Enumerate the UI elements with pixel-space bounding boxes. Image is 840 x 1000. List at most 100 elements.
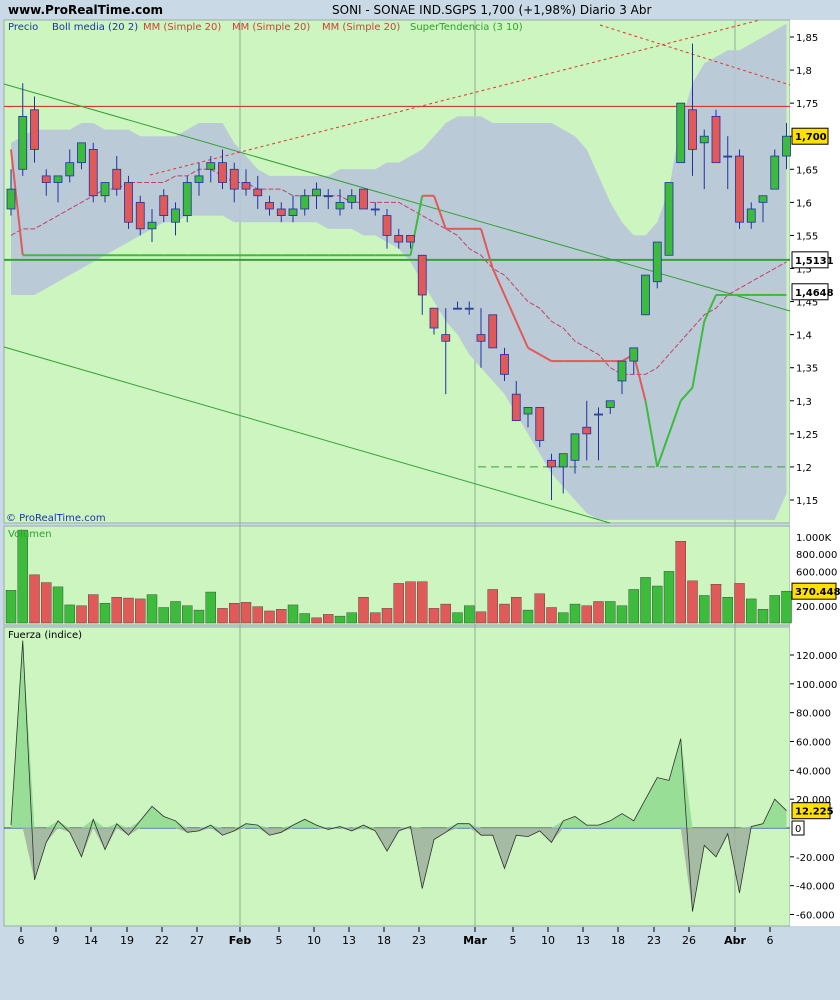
x-tick-label: 9 (53, 934, 60, 947)
zero-tag-label: 0 (795, 824, 801, 835)
volume-bar (511, 597, 522, 624)
volume-bar (405, 581, 416, 624)
volume-bar (781, 590, 792, 624)
candle-body (535, 406, 545, 441)
volume-tag-label: 370.448 (795, 587, 840, 598)
y-tick-label: 1,35 (796, 364, 818, 375)
x-tick-label: 10 (307, 934, 321, 947)
legend-mm-1: MM (Simple 20) (143, 22, 221, 33)
volume-bar (358, 597, 369, 624)
x-tick-label: 26 (682, 934, 696, 947)
candle-body (159, 195, 169, 216)
volume-bar (675, 541, 686, 624)
candle-body (417, 254, 427, 296)
volume-bar (170, 601, 181, 624)
candle-body (629, 347, 639, 362)
volume-bar (546, 607, 557, 624)
volume-bar (440, 603, 451, 624)
volume-bar (464, 605, 475, 624)
candle-body (288, 208, 298, 216)
volume-bar (76, 605, 87, 624)
volume-bar (757, 609, 769, 624)
volume-bar (605, 601, 616, 624)
candle-body (605, 400, 615, 408)
legend-price: Precio (8, 22, 38, 33)
volume-bar (581, 605, 592, 624)
y-tick-label: 1,75 (796, 99, 818, 110)
candle-body (265, 201, 274, 210)
force-tick-label: 100.000 (796, 680, 837, 691)
force-tick-label: 120.000 (796, 651, 837, 662)
candle-body (359, 188, 368, 210)
y-tick-label: 1,4 (796, 331, 812, 342)
chart-svg[interactable]: 6 9 14 19 22 27 Feb 5 10 13 18 23 Mar 5 10 13 18 23 26 Abr 6… (0, 0, 840, 1000)
candle-body (488, 314, 498, 349)
volume-bar (111, 597, 122, 624)
volume-bar (264, 610, 275, 624)
x-tick-label: 5 (510, 934, 517, 947)
candle-body (711, 115, 721, 164)
candle-body (194, 175, 204, 183)
volume-bar (52, 586, 64, 624)
volume-bar (628, 589, 639, 624)
force-tick-label: 40.000 (796, 766, 831, 777)
volume-tick-label: 800.000 (796, 550, 837, 561)
candle-body (394, 235, 404, 243)
volume-bar (640, 577, 651, 624)
volume-bar (5, 590, 17, 624)
volume-bar (287, 604, 299, 624)
candle-body (171, 208, 180, 223)
volume-bar (123, 597, 134, 624)
candle-body (100, 182, 110, 197)
volume-bar (522, 609, 534, 624)
volume-bar (593, 601, 604, 624)
price-tag-label: 1,5131 (795, 256, 834, 267)
volume-bar (699, 595, 710, 624)
legend-mm-2: MM (Simple 20) (232, 22, 310, 33)
chart-window: www.ProRealTime.com SONI - SONAE IND.SGP… (0, 0, 840, 1000)
x-tick-label: 13 (576, 934, 590, 947)
x-tick-label: 13 (342, 934, 356, 947)
x-tick-label: 5 (276, 934, 283, 947)
volume-bar (64, 604, 75, 624)
candle-body (347, 195, 357, 203)
volume-bar (252, 606, 263, 624)
y-tick-label: 1,8 (796, 66, 812, 77)
force-tick-label: 60.000 (796, 738, 831, 749)
candle-body (699, 135, 709, 144)
volume-bar (370, 612, 381, 624)
candle-body (206, 162, 216, 170)
force-tag-label: 12.225 (795, 807, 834, 818)
volume-bar (323, 614, 334, 624)
legend-boll: Boll media (20 2) (52, 22, 138, 33)
candle-body (676, 102, 686, 164)
y-tick-label: 1,2 (796, 463, 812, 474)
volume-bar (29, 574, 40, 624)
volume-bar (534, 593, 545, 624)
candle-body (406, 235, 415, 243)
volume-bar (299, 613, 310, 624)
candle-body (229, 168, 239, 190)
volume-bar (769, 595, 780, 624)
volume-bar (734, 583, 745, 624)
x-tick-label: Feb (229, 934, 252, 947)
y-tick-label: 1,25 (796, 430, 818, 441)
candle-body (617, 360, 627, 382)
candle-body (558, 453, 568, 468)
candle-body (500, 354, 509, 375)
candle-body (429, 307, 439, 329)
y-tick-label: 1,15 (796, 496, 818, 507)
watermark: © ProRealTime.com (6, 513, 106, 524)
force-tick-label: -60.000 (796, 911, 835, 922)
candle-body (370, 208, 380, 211)
volume-bar (193, 609, 205, 624)
volume-panel-title: Volumen (8, 529, 52, 540)
volume-bar (475, 611, 487, 624)
candle-body (641, 274, 650, 316)
volume-bar (616, 605, 628, 624)
y-tick-label: 1,85 (796, 33, 818, 44)
volume-bar (746, 598, 757, 624)
candle-body (570, 433, 580, 461)
volume-bar (41, 582, 52, 624)
volume-bar (99, 603, 111, 624)
